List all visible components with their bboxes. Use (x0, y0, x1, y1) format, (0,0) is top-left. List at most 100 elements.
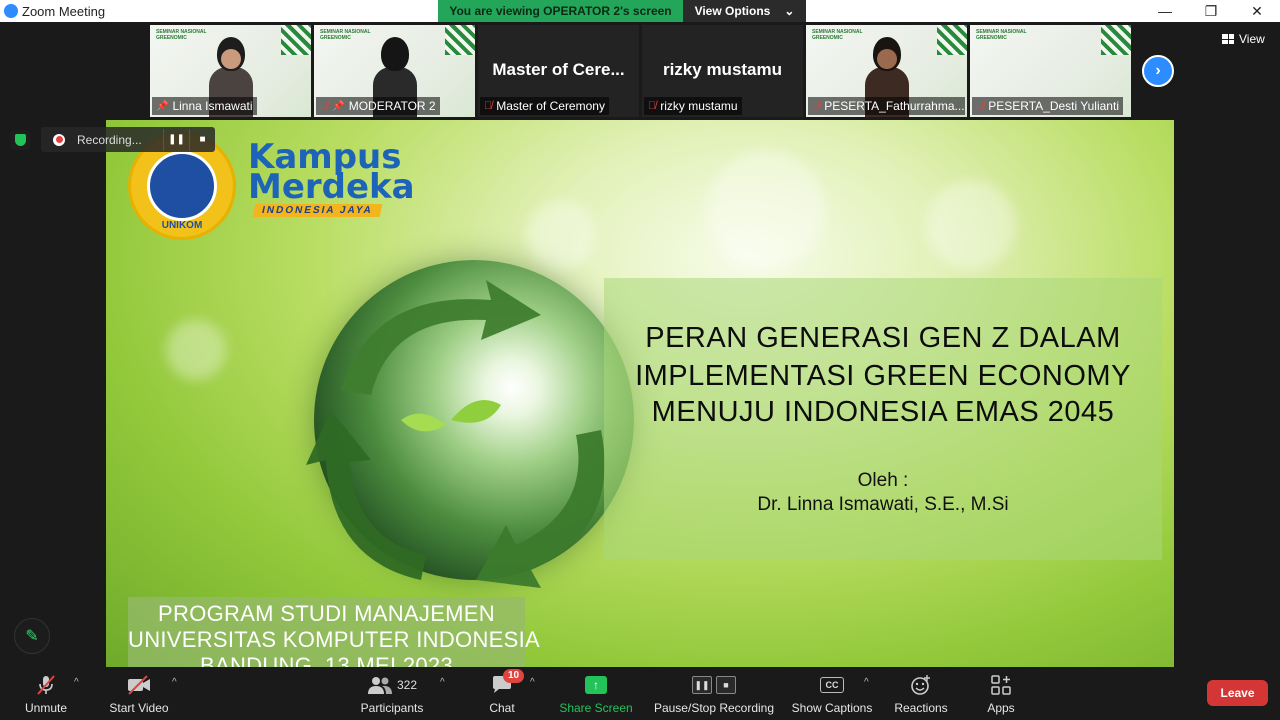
shared-screen: UNIKOM Kampus Merdeka INDONESIA JAYA PER… (106, 120, 1174, 667)
tile-brand-text: SEMINAR NASIONAL GREENOMIC (976, 29, 1027, 41)
mic-muted-icon: 🎙̸ (976, 100, 985, 112)
participant-name-tag: 🎙̸ PESERTA_Fathurrahma... (808, 97, 965, 115)
reactions-button[interactable]: Reactions (892, 667, 950, 720)
participant-tile[interactable]: rizky mustamu 🎙̸ rizky mustamu (642, 25, 803, 117)
minimize-button[interactable]: — (1142, 0, 1188, 22)
footer-line: UNIVERSITAS KOMPUTER INDONESIA (128, 627, 540, 652)
participants-label: Participants (360, 701, 424, 715)
view-options-button[interactable]: View Options ⌄ (683, 0, 806, 22)
restore-button[interactable]: ❐ (1188, 0, 1234, 22)
next-page-button[interactable]: › (1142, 55, 1174, 87)
kampus-logo-tagline: INDONESIA JAYA (252, 204, 383, 217)
participants-icon: 322 (367, 673, 417, 697)
recycle-arrow-top (341, 280, 541, 395)
chat-icon: 10 (491, 669, 525, 697)
pause-stop-label: Pause/Stop Recording (653, 701, 775, 715)
participant-name: PESERTA_Desti Yulianti (988, 99, 1119, 113)
kampus-merdeka-logo: Kampus Merdeka (248, 140, 415, 207)
mic-muted-icon: 🎙̸ (320, 100, 329, 112)
participant-name-tag: 🎙̸ PESERTA_Desti Yulianti (972, 97, 1123, 115)
pause-stop-recording-button[interactable]: ❚❚ ■ Pause/Stop Recording (652, 667, 776, 720)
annotate-pencil-icon[interactable]: ✎ (14, 618, 50, 654)
tile-banner-stripe (445, 25, 475, 55)
participant-name: MODERATOR 2 (348, 99, 436, 113)
pin-icon: 📌 (332, 100, 345, 112)
audio-options-caret-icon[interactable]: ^ (74, 677, 79, 688)
window-controls: — ❐ ✕ (1142, 0, 1280, 22)
participant-tile[interactable]: Master of Cere... 🎙̸ Master of Ceremony (478, 25, 639, 117)
mic-muted-icon: 🎙̸ (812, 100, 821, 112)
start-video-button[interactable]: Start Video (106, 667, 172, 720)
mic-muted-icon: 🎙̸ (648, 100, 657, 112)
pin-icon: 📌 (156, 100, 169, 112)
bokeh-light (706, 150, 826, 270)
recycle-arrow-right (476, 430, 605, 588)
recycle-arrow-left (306, 410, 426, 580)
share-screen-button[interactable]: ↑ Share Screen (559, 667, 633, 720)
participant-tile[interactable]: SEMINAR NASIONAL GREENOMIC 📌 Linna Ismawa… (150, 25, 311, 117)
chat-button[interactable]: 10 Chat (488, 667, 525, 720)
recording-controls: ❚❚ ■ (163, 128, 215, 151)
participant-name-tag: 🎙̸ rizky mustamu (644, 97, 742, 115)
encryption-shield-icon[interactable] (10, 130, 30, 150)
stop-recording-button[interactable]: ■ (189, 128, 215, 151)
footer-box: PROGRAM STUDI MANAJEMEN UNIVERSITAS KOMP… (128, 597, 540, 667)
screen-share-banner: You are viewing OPERATOR 2's screen View… (438, 0, 806, 22)
bokeh-light (526, 200, 596, 270)
zoom-logo-icon (4, 4, 18, 18)
slide-title-line: IMPLEMENTASI GREEN ECONOMY (635, 360, 1131, 392)
captions-caret-icon[interactable]: ^ (864, 677, 869, 688)
participants-count: 322 (396, 678, 418, 692)
pause-recording-button[interactable]: ❚❚ (163, 128, 189, 151)
unmute-button[interactable]: Unmute (22, 667, 70, 720)
viewing-message-text: You are viewing OPERATOR 2's screen (449, 4, 672, 18)
participant-display-name: rizky mustamu (662, 60, 783, 79)
leave-button[interactable]: Leave (1207, 680, 1268, 706)
reactions-icon (910, 673, 932, 697)
window-title: Zoom Meeting (22, 3, 106, 19)
participant-name-tag: 🎙̸ Master of Ceremony (480, 97, 609, 115)
video-off-icon (126, 673, 152, 697)
tile-brand-text: SEMINAR NASIONAL GREENOMIC (320, 29, 371, 41)
apps-button[interactable]: Apps (984, 667, 1018, 720)
close-button[interactable]: ✕ (1234, 0, 1280, 22)
participants-button[interactable]: 322 Participants (358, 667, 426, 720)
start-video-label: Start Video (109, 701, 169, 715)
chat-caret-icon[interactable]: ^ (530, 677, 535, 688)
pause-stop-icon: ❚❚ ■ (692, 673, 736, 697)
slide-author: Dr. Linna Ismawati, S.E., M.Si (757, 494, 1009, 515)
participant-name-tag: 🎙̸ 📌 MODERATOR 2 (316, 97, 440, 115)
participant-name: Linna Ismawati (172, 99, 253, 113)
view-button[interactable]: View (1222, 32, 1265, 46)
chat-unread-badge: 10 (503, 669, 525, 683)
chevron-down-icon: ⌄ (784, 4, 795, 18)
participant-name: PESERTA_Fathurrahma... (824, 99, 965, 113)
unmute-label: Unmute (24, 701, 68, 715)
captions-icon: CC (820, 673, 844, 697)
stop-icon: ■ (716, 676, 736, 694)
participant-tile[interactable]: SEMINAR NASIONAL GREENOMIC 🎙̸ 📌 MODERATOR… (314, 25, 475, 117)
viewing-message: You are viewing OPERATOR 2's screen (438, 0, 683, 22)
participant-tile[interactable]: SEMINAR NASIONAL GREENOMIC 🎙̸ PESERTA_Des… (970, 25, 1131, 117)
tile-banner-stripe (281, 25, 311, 55)
show-captions-button[interactable]: CC Show Captions (790, 667, 874, 720)
reactions-label: Reactions (894, 701, 948, 715)
tile-brand-text: SEMINAR NASIONAL GREENOMIC (156, 29, 207, 41)
tile-banner-stripe (1101, 25, 1131, 55)
kampus-logo-line2: Merdeka (248, 167, 415, 207)
leaf-icon (451, 400, 501, 423)
participant-display-name: Master of Cere... (492, 60, 625, 79)
footer-line: PROGRAM STUDI MANAJEMEN (158, 601, 495, 626)
video-options-caret-icon[interactable]: ^ (172, 677, 177, 688)
participant-strip: SEMINAR NASIONAL GREENOMIC 📌 Linna Ismawa… (150, 25, 1131, 117)
participants-caret-icon[interactable]: ^ (440, 677, 445, 688)
unikom-logo-emblem (147, 151, 217, 221)
slide-title-line: MENUJU INDONESIA EMAS 2045 (651, 396, 1115, 428)
mic-muted-icon (35, 673, 57, 697)
participant-name-tag: 📌 Linna Ismawati (152, 97, 257, 115)
participant-tile[interactable]: SEMINAR NASIONAL GREENOMIC 🎙̸ PESERTA_Fat… (806, 25, 967, 117)
apps-icon (990, 673, 1012, 697)
chat-label: Chat (489, 701, 515, 715)
recording-label: Recording... (77, 132, 142, 147)
slide-title-line: PERAN GENERASI GEN Z DALAM (645, 322, 1121, 354)
